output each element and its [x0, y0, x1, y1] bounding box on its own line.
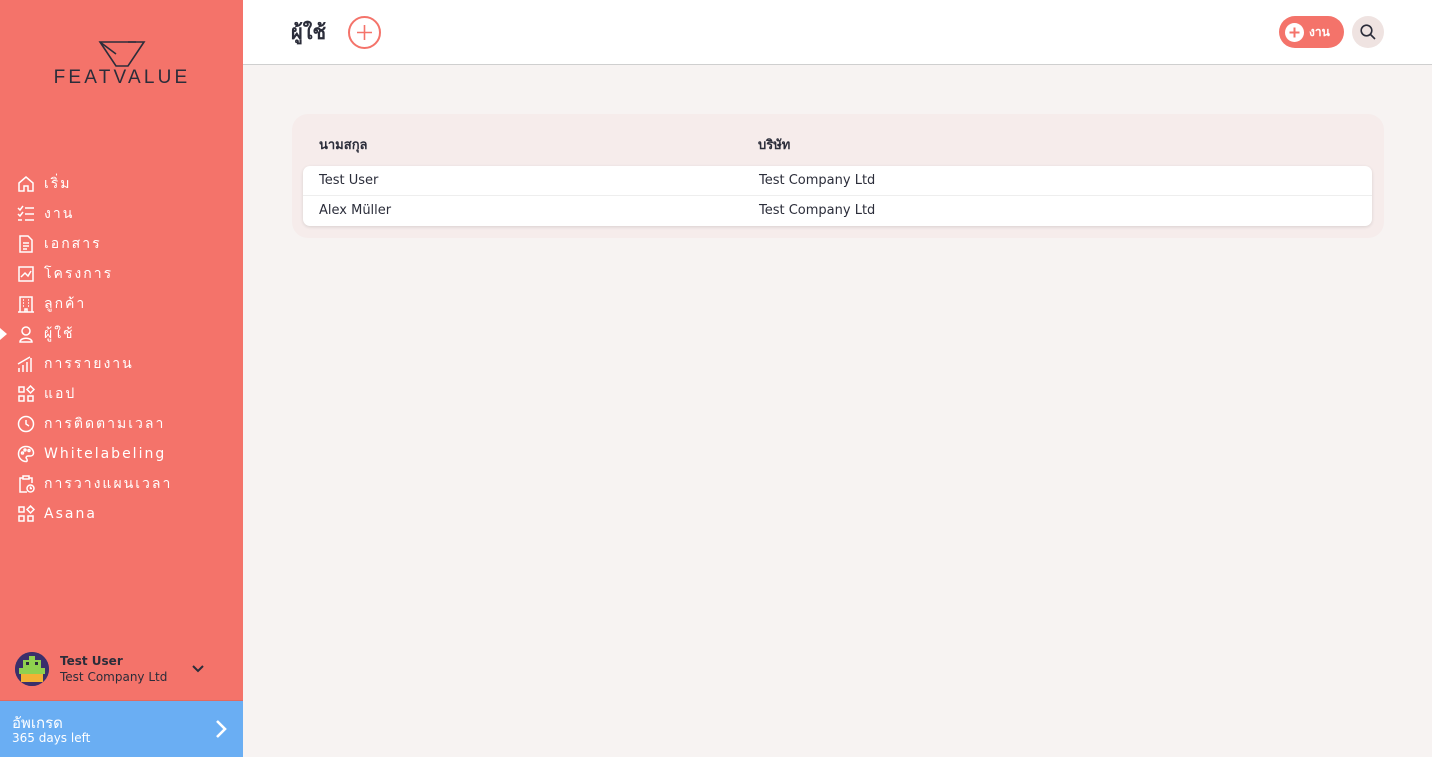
- plus-icon: [357, 25, 372, 40]
- sidebar-item-label: การวางแผนเวลา: [44, 476, 173, 492]
- sidebar-item-label: การรายงาน: [44, 356, 134, 372]
- sidebar-item-time-planning[interactable]: การวางแผนเวลา: [0, 469, 243, 499]
- user-info: Test User Test Company Ltd: [60, 654, 191, 685]
- logo[interactable]: FEATVALUE: [36, 40, 208, 90]
- user-name: Test User: [60, 653, 123, 668]
- sidebar-item-label: ผู้ใช้: [44, 326, 75, 342]
- sidebar-item-users[interactable]: ผู้ใช้: [0, 319, 243, 349]
- sidebar-item-label: Whitelabeling: [44, 446, 167, 462]
- table-row[interactable]: Test User Test Company Ltd: [303, 166, 1372, 196]
- add-user-button[interactable]: [348, 16, 381, 49]
- user-menu[interactable]: Test User Test Company Ltd: [15, 650, 225, 688]
- apps-icon: [17, 505, 35, 523]
- palette-icon: [17, 445, 35, 463]
- user-icon: [17, 325, 35, 343]
- column-header-company[interactable]: บริษัท: [758, 134, 790, 155]
- sidebar-item-whitelabeling[interactable]: Whitelabeling: [0, 439, 243, 469]
- sidebar-item-projects[interactable]: โครงการ: [0, 259, 243, 289]
- sidebar-nav: เริ่ม งาน เอกสาร โครงการ ลูกค้า ผู้ใช้ ก…: [0, 169, 243, 529]
- cell-name: Alex Müller: [319, 203, 392, 218]
- cell-company: Test Company Ltd: [759, 203, 876, 218]
- column-header-surname[interactable]: นามสกุล: [319, 134, 368, 155]
- cell-name: Test User: [319, 173, 379, 188]
- apps-icon: [17, 385, 35, 403]
- sidebar-item-label: เอกสาร: [44, 236, 102, 252]
- table-body: Test User Test Company Ltd Alex Müller T…: [303, 166, 1372, 226]
- sidebar-item-label: โครงการ: [44, 266, 114, 282]
- chart-icon: [17, 265, 35, 283]
- logo-text: FEATVALUE: [53, 67, 191, 88]
- sidebar-item-label: แอป: [44, 386, 77, 402]
- upgrade-subtitle: 365 days left: [12, 731, 91, 745]
- plus-icon: [1285, 22, 1304, 42]
- sidebar-item-label: การติดตามเวลา: [44, 416, 166, 432]
- building-icon: [17, 295, 35, 313]
- search-button[interactable]: [1352, 16, 1384, 48]
- chevron-down-icon[interactable]: [191, 662, 205, 676]
- sidebar-item-label: Asana: [44, 506, 97, 522]
- cell-company: Test Company Ltd: [759, 173, 876, 188]
- sidebar-item-tasks[interactable]: งาน: [0, 199, 243, 229]
- home-icon: [17, 175, 35, 193]
- sidebar: FEATVALUE เริ่ม งาน เอกสาร โครงการ ลูกค้…: [0, 0, 243, 757]
- user-company: Test Company Ltd: [60, 669, 168, 684]
- bar-chart-icon: [17, 355, 35, 373]
- logo-mark-icon: [98, 41, 146, 67]
- sidebar-item-documents[interactable]: เอกสาร: [0, 229, 243, 259]
- sidebar-item-reports[interactable]: การรายงาน: [0, 349, 243, 379]
- sidebar-item-label: เริ่ม: [44, 176, 72, 192]
- table-header: นามสกุล บริษัท: [319, 134, 1359, 154]
- chevron-right-icon: [216, 720, 227, 738]
- add-task-label: งาน: [1309, 24, 1330, 39]
- add-task-button[interactable]: งาน: [1279, 16, 1344, 48]
- users-table: นามสกุล บริษัท Test User Test Company Lt…: [292, 114, 1384, 238]
- sidebar-item-label: งาน: [44, 206, 75, 222]
- top-bar: ผู้ใช้ งาน: [243, 0, 1432, 65]
- sidebar-item-asana[interactable]: Asana: [0, 499, 243, 529]
- upgrade-banner[interactable]: อัพเกรด 365 days left: [0, 700, 243, 757]
- sidebar-item-home[interactable]: เริ่ม: [0, 169, 243, 199]
- sidebar-item-apps[interactable]: แอป: [0, 379, 243, 409]
- avatar: [15, 652, 49, 686]
- sidebar-item-label: ลูกค้า: [44, 296, 87, 312]
- active-indicator: [0, 328, 7, 340]
- document-icon: [17, 235, 35, 253]
- table-row[interactable]: Alex Müller Test Company Ltd: [303, 196, 1372, 226]
- timer-icon: [17, 415, 35, 433]
- checklist-icon: [17, 205, 35, 223]
- search-icon: [1360, 24, 1376, 40]
- page-title: ผู้ใช้: [291, 20, 327, 44]
- sidebar-item-customers[interactable]: ลูกค้า: [0, 289, 243, 319]
- sidebar-item-time-tracking[interactable]: การติดตามเวลา: [0, 409, 243, 439]
- clipboard-clock-icon: [17, 475, 35, 493]
